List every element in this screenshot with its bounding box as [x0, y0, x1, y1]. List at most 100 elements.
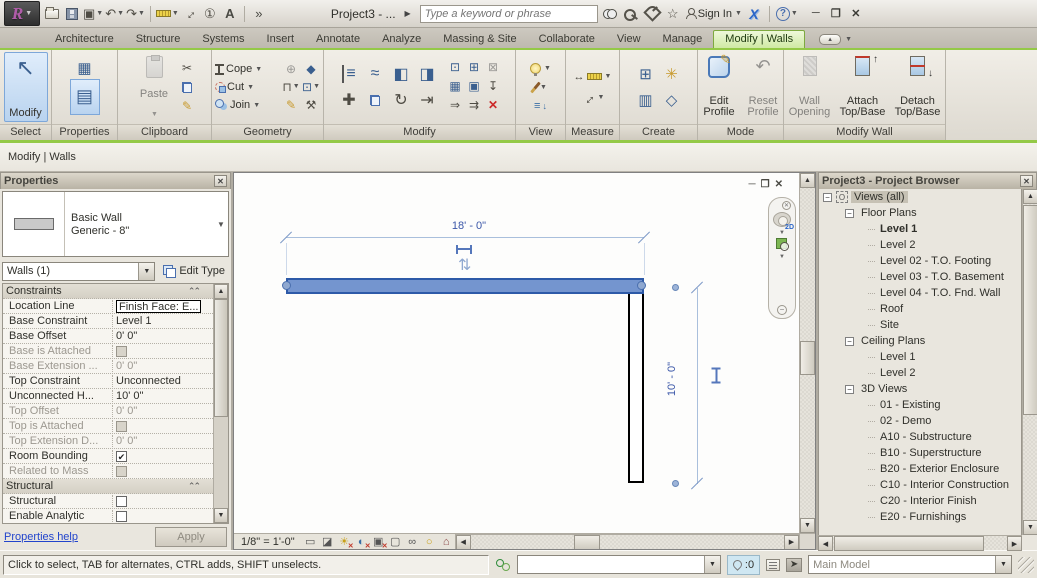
cut-button[interactable]: Cut ▼ [215, 78, 280, 96]
temporary-hide-icon[interactable]: ○ [421, 535, 438, 549]
property-row[interactable]: Enable Analytic ⌃⌃ [3, 509, 213, 523]
view-scale-button[interactable]: 1/8" = 1'-0" [234, 536, 302, 548]
edit-type-button[interactable]: Edit Type [159, 264, 229, 279]
tree-item[interactable]: − ···· O B10 - Superstructure [819, 445, 1021, 461]
property-value[interactable]: 0' 0" [113, 435, 213, 447]
rotate-button[interactable]: ↻ [388, 87, 414, 113]
close-button[interactable]: ✕ [849, 7, 863, 20]
scrollbar-thumb[interactable] [214, 299, 228, 417]
panel-label-view[interactable]: View [516, 124, 565, 140]
ribbon-collapse-control[interactable]: ▲ ▼ [819, 34, 852, 45]
checkbox[interactable] [116, 495, 127, 507]
close-icon[interactable]: ✕ [1020, 175, 1033, 187]
create-parts-button[interactable]: ▥ [633, 87, 659, 113]
resize-grip[interactable] [1018, 556, 1034, 573]
browser-hscrollbar[interactable]: ◀ ▶ [818, 535, 1022, 551]
view-close-icon[interactable]: ✕ [775, 179, 783, 190]
ribbon-tab[interactable]: Massing & Site [432, 31, 527, 48]
scroll-up-icon[interactable]: ▲ [800, 173, 815, 188]
tree-item[interactable]: − ···· O 02 - Demo [819, 413, 1021, 429]
tree-item[interactable]: − ···· O Site [819, 317, 1021, 333]
wall-joins-button[interactable]: ✎ [282, 96, 300, 113]
array-button[interactable]: ▦ [446, 78, 464, 95]
wall-endpoint-grip[interactable] [637, 281, 646, 290]
property-value[interactable]: 0' 0" [113, 405, 213, 417]
tree-item-label[interactable]: Views (all) [851, 191, 908, 203]
chevron-down-icon[interactable]: ▼ [138, 262, 155, 280]
property-row[interactable]: Related to Mass ⌃⌃ [3, 464, 213, 479]
ribbon-tab[interactable]: Insert [256, 31, 306, 48]
copy-to-clipboard-button[interactable] [178, 79, 196, 96]
tree-item[interactable]: − ···· O Ceiling Plans [819, 333, 1021, 349]
tree-item-label[interactable]: Roof [877, 303, 906, 315]
panel-label-measure[interactable]: Measure [566, 124, 619, 140]
property-row[interactable]: Room Bounding ⌃⌃ [3, 449, 213, 464]
checkbox[interactable] [116, 420, 127, 432]
ribbon-tab[interactable]: Architecture [44, 31, 125, 48]
rendering-dialog-icon[interactable]: ⌂ [438, 535, 455, 549]
chevron-down-icon[interactable]: ▼ [779, 254, 785, 260]
property-row[interactable]: Constraints ⌃⌃ [3, 284, 213, 299]
measure-between-button[interactable]: ↔ ▼ [574, 68, 612, 86]
tree-item[interactable]: − ···· O A10 - Substructure [819, 429, 1021, 445]
type-selector[interactable]: Basic Wall Generic - 8" ▼ [2, 191, 229, 257]
shadows-icon[interactable]: ◐ [353, 535, 371, 550]
demolish-button[interactable]: ⚒ [302, 96, 320, 113]
property-value[interactable]: 10' 0" [113, 390, 213, 402]
tree-item-label[interactable]: Level 2 [877, 367, 918, 379]
property-row[interactable]: Base Constraint Level 1 ⌃⌃ [3, 314, 213, 329]
sign-in-button[interactable]: Sign In ▼ [685, 4, 742, 24]
panel-label-modify[interactable]: Modify [324, 124, 515, 140]
hide-elements-button[interactable]: ≡ ↓ [534, 97, 547, 115]
offset-button[interactable]: ≈ [362, 61, 388, 87]
tree-item[interactable]: − ···· O Floor Plans [819, 205, 1021, 221]
property-value[interactable]: 0' 0" [113, 330, 213, 342]
detail-level-icon[interactable]: ▭ [302, 535, 319, 549]
align-dim-button[interactable]: ⇒ [446, 97, 464, 114]
project-browser-title-bar[interactable]: Project3 - Project Browser ✕ [818, 172, 1037, 189]
tree-collapse-icon[interactable]: − [845, 336, 854, 346]
measure-button[interactable]: ▼ [155, 4, 179, 24]
mirror-draw-axis-button[interactable]: ◨ [414, 61, 440, 87]
create-assembly-button[interactable]: ◇ [659, 87, 685, 113]
drawing-canvas[interactable]: 18' - 0" ⇅ 10' - 0" ─ ❐ ✕ ✕ 2D ▼ ▼ − ▲ ▼… [233, 172, 816, 550]
tree-item[interactable]: − ···· O Level 1 [819, 349, 1021, 365]
tree-item[interactable]: − ···· O 3D Views [819, 381, 1021, 397]
tree-item[interactable]: − ···· O C10 - Interior Construction [819, 477, 1021, 493]
visual-style-icon[interactable]: ◪ [319, 535, 336, 549]
collapse-section-icon[interactable]: ⌃⌃ [188, 481, 201, 492]
scroll-down-icon[interactable]: ▼ [800, 518, 815, 533]
navigation-bar[interactable]: ✕ ▼ ▼ − [768, 197, 796, 319]
ribbon-tab[interactable]: Annotate [305, 31, 371, 48]
unjoin-button[interactable]: ⊡ ▼ [302, 78, 320, 95]
property-row[interactable]: Structural ⌃⌃ [3, 479, 213, 494]
property-value[interactable]: Level 1 [113, 315, 213, 327]
tree-item-label[interactable]: B10 - Superstructure [877, 447, 985, 459]
scroll-down-icon[interactable]: ▼ [214, 508, 228, 523]
navbar-close-icon[interactable]: ✕ [782, 201, 791, 210]
tree-item-label[interactable]: Level 03 - T.O. Basement [877, 271, 1007, 283]
tree-item-label[interactable]: Site [877, 319, 902, 331]
edit-profile-button[interactable]: Edit Profile [698, 52, 740, 120]
align-dims-button[interactable]: ⇉ [465, 97, 483, 114]
view-restore-icon[interactable]: ❐ [761, 179, 770, 190]
checkbox[interactable] [116, 345, 127, 357]
tree-item-label[interactable]: 01 - Existing [877, 399, 944, 411]
tree-item-label[interactable]: C10 - Interior Construction [877, 479, 1012, 491]
scroll-left-icon[interactable]: ◀ [455, 534, 471, 549]
dimension-value-right[interactable]: 10' - 0" [666, 362, 678, 396]
tree-item-label[interactable]: E20 - Furnishings [877, 511, 969, 523]
navbar-collapse-icon[interactable]: − [777, 305, 787, 315]
scroll-right-icon[interactable]: ▶ [1007, 536, 1022, 551]
checkbox[interactable] [116, 510, 127, 522]
wall-horizontal-selected[interactable] [286, 278, 644, 294]
tree-item[interactable]: − ···· O Level 04 - T.O. Fnd. Wall [819, 285, 1021, 301]
delete-button[interactable]: ✕ [484, 97, 502, 114]
property-row[interactable]: Unconnected H... 10' 0" ⌃⌃ [3, 389, 213, 404]
redo-button[interactable]: ↷ ▼ [126, 4, 145, 24]
minimize-button[interactable]: ─ [809, 7, 823, 20]
scroll-right-icon[interactable]: ▶ [784, 534, 799, 549]
tree-item[interactable]: − ···· O E20 - Furnishings [819, 509, 1021, 525]
tree-collapse-icon[interactable]: − [845, 384, 854, 394]
split-with-gap-button[interactable]: ⊞ [465, 59, 483, 76]
